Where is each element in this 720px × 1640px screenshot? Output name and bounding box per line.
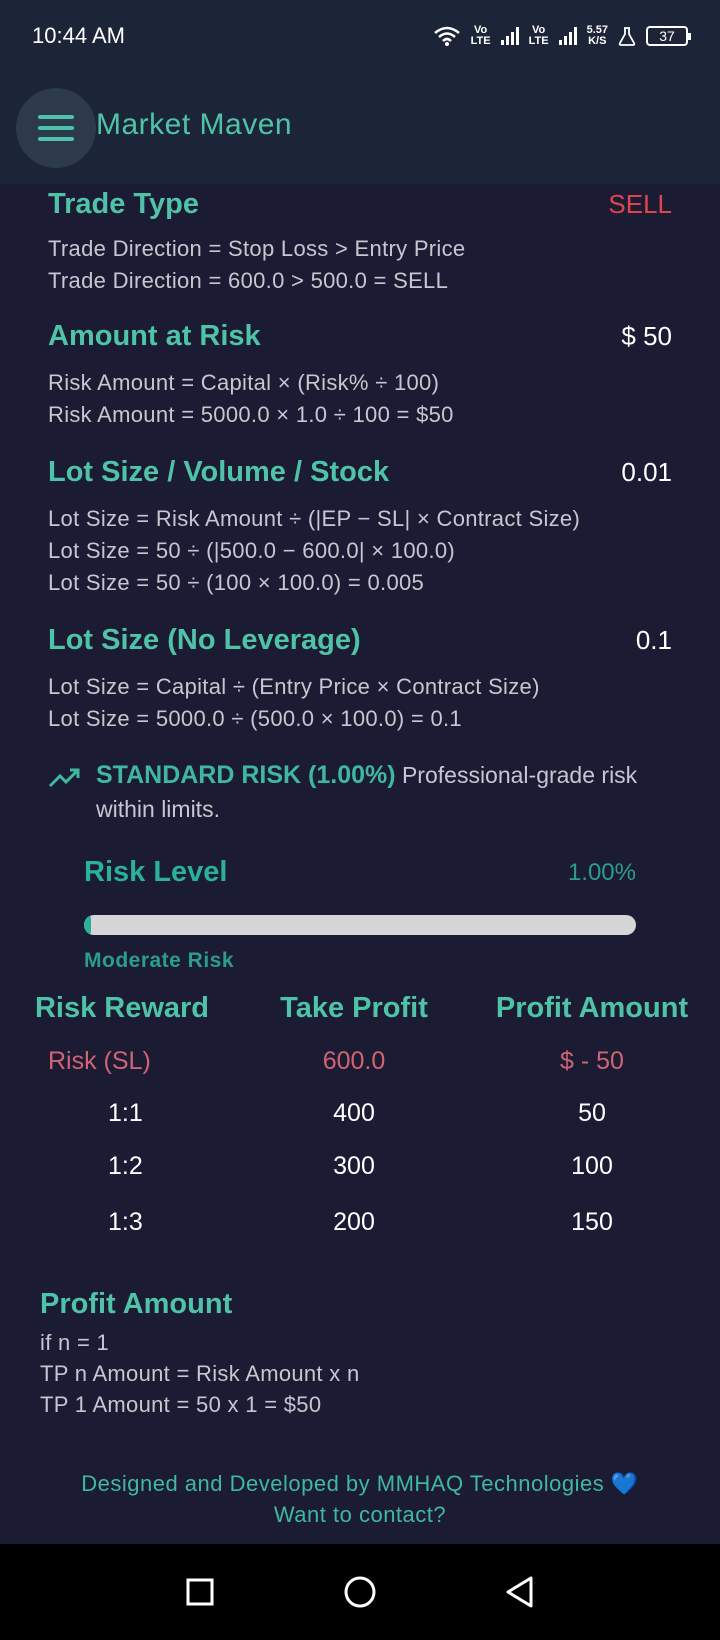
trending-up-icon — [48, 768, 80, 788]
heart-icon: 💙 — [610, 1471, 639, 1496]
section-title: Lot Size / Volume / Stock — [48, 456, 390, 488]
risk-level-bar — [84, 915, 636, 935]
table-row: 1:1 400 50 — [0, 1088, 720, 1138]
lot-size-value: 0.01 — [621, 457, 672, 487]
table-header: Risk Reward Take Profit Profit Amount — [0, 984, 720, 1032]
formula-line: Risk Amount = 5000.0 × 1.0 ÷ 100 = $50 — [48, 402, 454, 427]
menu-button[interactable] — [16, 88, 96, 168]
results-content[interactable]: Trade Type SELL Trade Direction = Stop L… — [0, 184, 720, 1544]
trade-type-value: SELL — [608, 189, 672, 219]
trade-type-section: Trade Type SELL Trade Direction = Stop L… — [48, 188, 672, 297]
volte-label-2: Vo LTE — [528, 24, 549, 47]
lot-no-leverage-value: 0.1 — [635, 625, 672, 655]
risk-level-title: Risk Level — [84, 856, 228, 888]
table-cell: Risk (SL) — [48, 1046, 151, 1075]
status-time: 10:44 AM — [32, 23, 125, 48]
lot-no-leverage-section: Lot Size (No Leverage) 0.1 Lot Size = Ca… — [48, 624, 672, 735]
column-header: Risk Reward — [34, 991, 210, 1024]
home-button[interactable] — [340, 1572, 380, 1612]
app-bar: Market Maven — [0, 72, 720, 184]
table-cell: 1:2 — [108, 1151, 143, 1180]
standard-risk-banner: STANDARD RISK (1.00%) Professional-grade… — [48, 758, 672, 826]
risk-level-bar-fill — [84, 915, 91, 935]
table-row: 1:2 300 100 — [0, 1138, 720, 1194]
table-cell: 1:1 — [108, 1098, 143, 1127]
footer: Designed and Developed by MMHAQ Technolo… — [0, 1468, 720, 1530]
standard-risk-text: STANDARD RISK (1.00%) Professional-grade… — [96, 758, 672, 826]
formula-line: Risk Amount = Capital × (Risk% ÷ 100) — [48, 370, 440, 395]
table-cell: 600.0 — [322, 1046, 386, 1075]
formula-line: Lot Size = 5000.0 ÷ (500.0 × 100.0) = 0.… — [48, 706, 462, 731]
formula-line: Lot Size = 50 ÷ (100 × 100.0) = 0.005 — [48, 570, 425, 595]
battery-icon: 37 — [646, 26, 691, 46]
risk-level-value: 1.00% — [567, 858, 636, 886]
table-cell: 400 — [333, 1098, 375, 1127]
system-nav-bar — [0, 1544, 720, 1640]
table-cell: $ - 50 — [560, 1046, 624, 1075]
formula-line: Trade Direction = Stop Loss > Entry Pric… — [48, 236, 466, 261]
signal-icon — [500, 27, 519, 45]
status-icons: Vo LTE Vo LTE 5.57 K/S 37 — [433, 24, 691, 47]
section-title: Lot Size (No Leverage) — [48, 624, 361, 656]
signal-icon — [558, 27, 577, 45]
profit-amount-title: Profit Amount — [40, 1288, 233, 1320]
risk-level-note: Moderate Risk — [84, 949, 235, 972]
formula-line: if n = 1 — [40, 1330, 110, 1355]
formula-line: TP n Amount = Risk Amount x n — [40, 1361, 360, 1386]
net-speed: 5.57 K/S — [586, 24, 608, 47]
status-bar: 10:44 AM Vo LTE Vo LTE 5.57 K/S 37 — [0, 0, 720, 72]
contact-link[interactable]: Want to contact? — [0, 1499, 720, 1530]
table-cell: 50 — [578, 1098, 606, 1127]
risk-sl-row: Risk (SL) 600.0 $ - 50 — [0, 1034, 720, 1088]
flask-icon — [618, 27, 636, 46]
triangle-back-icon — [506, 1576, 533, 1608]
recents-button[interactable] — [180, 1572, 220, 1612]
formula-line: TP 1 Amount = 50 x 1 = $50 — [40, 1392, 322, 1417]
formula-line: Trade Direction = 600.0 > 500.0 = SELL — [48, 268, 449, 293]
table-cell: 100 — [571, 1151, 613, 1180]
app-title: Market Maven — [96, 108, 293, 141]
volte-label-1: Vo LTE — [470, 24, 491, 47]
developer-credit: Designed and Developed by MMHAQ Technolo… — [81, 1471, 639, 1496]
hamburger-icon — [38, 115, 74, 119]
table-cell: 200 — [333, 1207, 375, 1236]
formula-line: Lot Size = 50 ÷ (|500.0 − 600.0| × 100.0… — [48, 538, 456, 563]
table-row: 1:3 200 150 — [0, 1194, 720, 1250]
profit-amount-section: Profit Amount if n = 1 TP n Amount = Ris… — [40, 1288, 680, 1420]
wifi-icon — [433, 26, 460, 46]
lot-size-section: Lot Size / Volume / Stock 0.01 Lot Size … — [48, 456, 672, 599]
risk-reward-table: Risk Reward Take Profit Profit Amount Ri… — [0, 984, 720, 1250]
formula-line: Lot Size = Risk Amount ÷ (|EP − SL| × Co… — [48, 506, 581, 531]
risk-level-section: Risk Level 1.00% Moderate Risk — [84, 856, 636, 973]
amount-at-risk-value: $ 50 — [621, 321, 672, 351]
section-title: Amount at Risk — [48, 320, 261, 352]
table-cell: 1:3 — [108, 1207, 143, 1236]
column-header: Profit Amount — [495, 991, 689, 1024]
back-button[interactable] — [500, 1572, 540, 1612]
column-header: Take Profit — [280, 991, 428, 1024]
table-cell: 150 — [571, 1207, 613, 1236]
circle-icon — [344, 1576, 376, 1608]
square-icon — [186, 1578, 214, 1606]
standard-risk-label: STANDARD RISK (1.00%) — [96, 761, 396, 789]
amount-at-risk-section: Amount at Risk $ 50 Risk Amount = Capita… — [48, 320, 672, 431]
table-cell: 300 — [333, 1151, 375, 1180]
section-title: Trade Type — [48, 188, 199, 220]
formula-line: Lot Size = Capital ÷ (Entry Price × Cont… — [48, 674, 540, 699]
